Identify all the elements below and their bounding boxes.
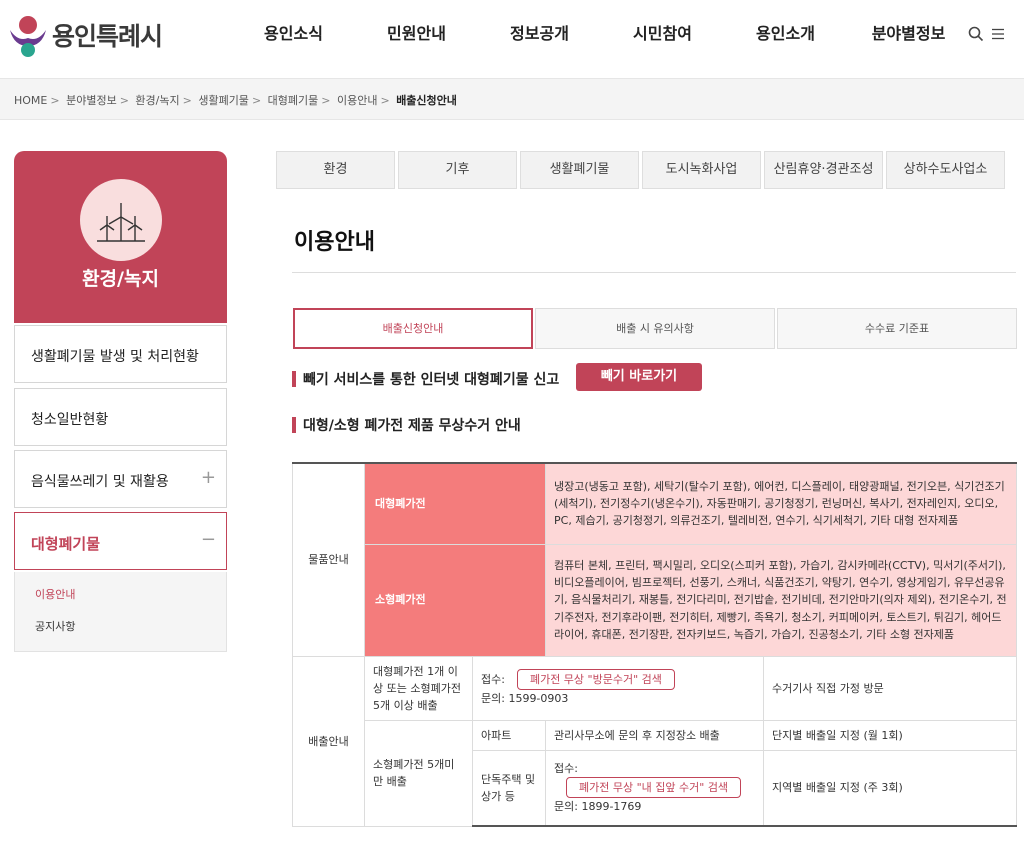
- pickup-info-table: 물품안내 대형폐가전 냉장고(냉동고 포함), 세탁기(탈수기 포함), 에어컨…: [292, 462, 1018, 828]
- item-guide-header: 물품안내: [292, 462, 365, 657]
- tab-household-waste[interactable]: 생활폐기물: [520, 151, 639, 189]
- sidebar-item-waste-status[interactable]: 생활폐기물 발생 및 처리현황: [14, 325, 227, 383]
- gnb-item-fields[interactable]: 분야별정보: [847, 20, 970, 44]
- title-divider: [292, 272, 1016, 273]
- section-title: 대형/소형 폐가전 제품 무상수거 안내: [303, 418, 521, 434]
- site-header: 용인특례시 용인소식 민원안내 정보공개 시민참여 용인소개 분야별정보: [0, 0, 1024, 70]
- tab-urban-greening[interactable]: 도시녹화사업: [642, 151, 761, 189]
- breadcrumb-home[interactable]: HOME: [14, 94, 47, 107]
- visit-pickup-search-button[interactable]: 폐가전 무상 "방문수거" 검색: [516, 669, 675, 691]
- submenu-item-notices[interactable]: 공지사항: [35, 618, 75, 634]
- section-heading-online-report: 빼기 서비스를 통한 인터넷 대형폐기물 신고: [292, 369, 559, 389]
- reception-label: 접수:: [481, 673, 505, 687]
- expand-plus-icon[interactable]: +: [201, 467, 216, 488]
- tab-forest-recreation[interactable]: 산림휴양·경관조성: [764, 151, 883, 189]
- sidebar-icon-circle: [80, 179, 162, 261]
- gnb-item-disclosure[interactable]: 정보공개: [478, 20, 601, 44]
- sidebar-item-label: 생활폐기물 발생 및 처리현황: [31, 349, 199, 365]
- sidebar-item-label: 음식물쓰레기 및 재활용: [31, 474, 169, 490]
- logo-icon: [10, 16, 46, 57]
- page-title: 이용안내: [294, 230, 375, 255]
- breadcrumb-usage-guide[interactable]: 이용안내: [337, 94, 377, 107]
- section-title: 빼기 서비스를 통한 인터넷 대형폐기물 신고: [303, 372, 560, 388]
- tab-environment[interactable]: 환경: [276, 151, 395, 189]
- gnb-item-civil[interactable]: 민원안내: [355, 20, 478, 44]
- sidebar-item-food-waste[interactable]: 음식물쓰레기 및 재활용 +: [14, 450, 227, 508]
- apartment-label: 아파트: [471, 719, 547, 751]
- case-large-reception-cell: 접수: 폐가전 무상 "방문수거" 검색 문의: 1599-0903: [471, 655, 765, 721]
- sidebar-item-bulky-waste[interactable]: 대형폐기물 −: [14, 512, 227, 570]
- contact-number: 문의: 1599-0903: [481, 692, 569, 706]
- sidebar-item-cleaning-status[interactable]: 청소일반현황: [14, 388, 227, 446]
- global-nav: 용인소식 민원안내 정보공개 시민참여 용인소개 분야별정보: [232, 20, 970, 44]
- search-icon[interactable]: [968, 26, 984, 42]
- contact-number: 문의: 1899-1769: [554, 800, 642, 814]
- large-appliance-label: 대형폐가전: [363, 462, 547, 545]
- gnb-item-news[interactable]: 용인소식: [232, 20, 355, 44]
- menu-icon[interactable]: [990, 26, 1006, 42]
- tab-disposal-notes[interactable]: 배출 시 유의사항: [535, 308, 775, 349]
- category-tabs: 환경 기후 생활폐기물 도시녹화사업 산림휴양·경관조성 상하수도사업소: [276, 151, 1008, 189]
- pickup-method: 수거기사 직접 가정 방문: [763, 655, 1018, 721]
- bbaegi-shortcut-button[interactable]: 빼기 바로가기: [576, 363, 702, 391]
- house-reception-cell: 접수: 폐가전 무상 "내 집앞 수거" 검색 문의: 1899-1769: [545, 749, 765, 828]
- apartment-schedule: 단지별 배출일 지정 (월 1회): [763, 719, 1018, 751]
- small-appliance-list: 컴퓨터 본체, 프린터, 팩시밀리, 오디오(스피커 포함), 가습기, 감시카…: [545, 543, 1018, 657]
- small-appliance-label: 소형폐가전: [363, 543, 547, 657]
- house-label: 단독주택 및 상가 등: [471, 749, 547, 828]
- tab-fee-table[interactable]: 수수료 기준표: [777, 308, 1017, 349]
- large-appliance-list: 냉장고(냉동고 포함), 세탁기(탈수기 포함), 에어컨, 디스플레이, 태양…: [545, 462, 1018, 545]
- gnb-item-participation[interactable]: 시민참여: [601, 20, 724, 44]
- breadcrumb-bulky-waste[interactable]: 대형폐기물: [268, 94, 319, 107]
- reception-label: 접수:: [554, 762, 578, 776]
- sidebar-title: 환경/녹지: [82, 268, 159, 290]
- disposal-guide-header: 배출안내: [292, 655, 365, 827]
- sidebar-submenu: 이용안내 공지사항: [14, 572, 227, 652]
- breadcrumb-bar: HOME > 분야별정보 > 환경/녹지 > 생활폐기물 > 대형폐기물 > 이용안내 > …: [0, 78, 1024, 120]
- breadcrumb-fields[interactable]: 분야별정보: [66, 94, 117, 107]
- breadcrumb-household-waste[interactable]: 생활폐기물: [198, 94, 249, 107]
- sub-tabs: 배출신청안내 배출 시 유의사항 수수료 기준표: [293, 308, 1019, 349]
- sidebar-item-label: 청소일반현황: [31, 412, 109, 428]
- submenu-item-usage-guide[interactable]: 이용안내: [35, 586, 75, 602]
- wind-turbine-icon: [97, 203, 145, 242]
- case-large-disposal: 대형폐가전 1개 이상 또는 소형폐가전 5개 이상 배출: [364, 655, 473, 721]
- section-heading-free-pickup: 대형/소형 폐가전 제품 무상수거 안내: [292, 415, 521, 435]
- case-small-disposal: 소형폐가전 5개미만 배출: [364, 719, 473, 827]
- breadcrumb: HOME > 분야별정보 > 환경/녹지 > 생활폐기물 > 대형폐기물 > 이용안내 > …: [14, 94, 457, 107]
- house-schedule: 지역별 배출일 지정 (주 3회): [763, 749, 1018, 828]
- tab-climate[interactable]: 기후: [398, 151, 517, 189]
- breadcrumb-current: 배출신청안내: [396, 94, 457, 107]
- collapse-minus-icon[interactable]: −: [201, 529, 216, 550]
- section-bar-icon: [292, 417, 296, 433]
- logo-text: 용인특례시: [52, 22, 163, 51]
- section-bar-icon: [292, 371, 296, 387]
- gnb-item-about[interactable]: 용인소개: [724, 20, 847, 44]
- site-logo[interactable]: 용인특례시: [8, 10, 163, 60]
- breadcrumb-environment[interactable]: 환경/녹지: [135, 94, 179, 107]
- sidebar-item-label: 대형폐기물: [31, 535, 101, 553]
- doorstep-pickup-search-button[interactable]: 폐가전 무상 "내 집앞 수거" 검색: [566, 777, 742, 799]
- apartment-method: 관리사무소에 문의 후 지정장소 배출: [545, 719, 765, 751]
- sidebar-header: 환경/녹지: [14, 151, 227, 323]
- tab-disposal-request[interactable]: 배출신청안내: [293, 308, 533, 349]
- tab-water-supply[interactable]: 상하수도사업소: [886, 151, 1005, 189]
